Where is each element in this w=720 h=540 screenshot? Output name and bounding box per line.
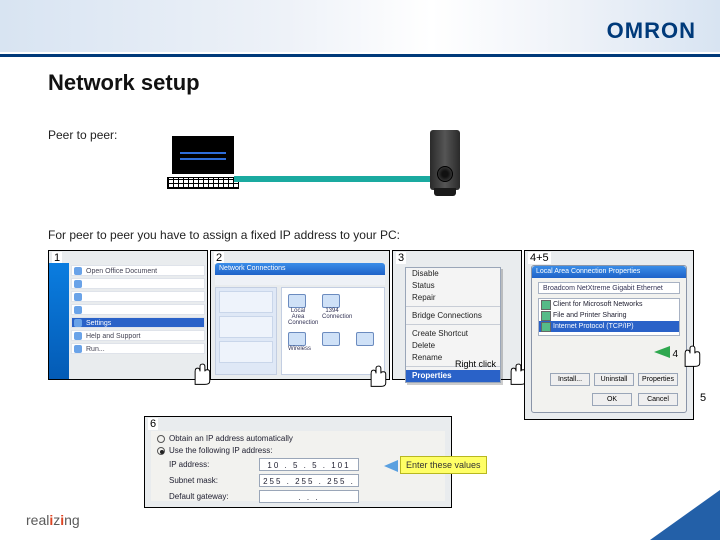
context-menu-item-properties[interactable]: Properties <box>406 370 500 382</box>
start-menu-items: Open Office Document Settings Help and S… <box>71 265 205 356</box>
context-menu-item[interactable]: Create Shortcut <box>406 328 500 340</box>
ok-button[interactable]: OK <box>592 393 632 406</box>
window-sidepane <box>215 287 277 375</box>
step-5-label: 5 <box>700 392 706 404</box>
step-panel-3: 3 Disable Status Repair Bridge Connectio… <box>392 250 522 380</box>
components-list: Client for Microsoft Networks File and P… <box>538 298 680 336</box>
brand-logo: OMRON <box>607 18 696 44</box>
camera-device-icon <box>430 130 460 190</box>
cursor-hand-icon <box>363 361 389 389</box>
properties-dialog: Local Area Connection Properties Broadco… <box>531 265 687 413</box>
right-click-label: Right click <box>455 359 496 369</box>
start-menu-item[interactable] <box>71 278 205 289</box>
arrow-step-4: 4 <box>654 346 678 360</box>
list-item-tcpip[interactable]: Internet Protocol (TCP/IP) <box>539 321 679 332</box>
step-panel-2: 2 Network Connections Local Area Connect… <box>210 250 390 380</box>
step-number: 3 <box>396 252 406 264</box>
start-menu-item[interactable]: Open Office Document <box>71 265 205 276</box>
subnet-mask-row: Subnet mask: 255 . 255 . 255 . 0 <box>169 474 445 487</box>
network-connection-icon[interactable] <box>356 332 376 354</box>
subnet-mask-field[interactable]: 255 . 255 . 255 . 0 <box>259 474 359 487</box>
dialog-ok-buttons: OK Cancel <box>592 393 678 406</box>
start-menu-leftbar <box>49 263 69 379</box>
dialog-mid-buttons: Install... Uninstall Properties <box>540 373 678 386</box>
radio-obtain-auto[interactable]: Obtain an IP address automatically <box>157 434 439 443</box>
list-item[interactable]: File and Printer Sharing <box>539 310 679 321</box>
network-connection-icon[interactable]: 1394 Connection <box>322 294 342 316</box>
subnet-mask-label: Subnet mask: <box>169 476 259 485</box>
start-menu-item[interactable] <box>71 291 205 302</box>
step-number: 4+5 <box>528 252 551 264</box>
uninstall-button[interactable]: Uninstall <box>594 373 634 386</box>
step-panel-4-5: 4+5 Local Area Connection Properties Bro… <box>524 250 694 420</box>
context-menu-separator <box>406 306 500 308</box>
start-menu-item-selected[interactable]: Settings <box>71 317 205 328</box>
connect-using-field: Broadcom NetXtreme Gigabit Ethernet <box>538 282 680 294</box>
footer-logo: realizing <box>26 512 80 528</box>
dialog-titlebar: Local Area Connection Properties <box>532 266 686 278</box>
cursor-hand-icon <box>677 341 703 369</box>
start-menu-item[interactable]: Help and Support <box>71 330 205 341</box>
context-menu-item[interactable]: Bridge Connections <box>406 310 500 322</box>
default-gateway-row: Default gateway: . . . <box>169 490 445 503</box>
context-menu-separator <box>406 324 500 326</box>
radio-use-following[interactable]: Use the following IP address: <box>157 446 439 455</box>
slide-title: Network setup <box>48 70 200 96</box>
header-rule <box>0 54 720 57</box>
network-connection-icon[interactable]: Local Area Connection <box>288 294 308 316</box>
step-number: 6 <box>148 418 158 430</box>
start-menu-item[interactable]: Run... <box>71 343 205 354</box>
context-menu-item[interactable]: Repair <box>406 292 500 304</box>
window-titlebar: Network Connections <box>215 263 385 275</box>
properties-button[interactable]: Properties <box>638 373 678 386</box>
ethernet-cable <box>234 176 430 182</box>
step-panel-1: 1 Open Office Document Settings Help and… <box>48 250 208 380</box>
default-gateway-label: Default gateway: <box>169 492 259 501</box>
window-toolbar <box>215 275 385 285</box>
arrow-left-icon <box>384 460 398 472</box>
context-menu-item[interactable]: Disable <box>406 268 500 280</box>
subtitle: Peer to peer: <box>48 128 117 142</box>
list-item[interactable]: Client for Microsoft Networks <box>539 299 679 310</box>
corner-decoration <box>650 490 720 540</box>
context-menu-item[interactable]: Status <box>406 280 500 292</box>
start-menu-item[interactable] <box>71 304 205 315</box>
instruction-text: For peer to peer you have to assign a fi… <box>48 228 400 242</box>
ip-address-field[interactable]: 10 . 5 . 5 . 101 <box>259 458 359 471</box>
network-connection-icon[interactable]: Wireless <box>288 332 308 354</box>
install-button[interactable]: Install... <box>550 373 590 386</box>
cancel-button[interactable]: Cancel <box>638 393 678 406</box>
callout-enter-values: Enter these values <box>400 456 487 474</box>
pc-icon <box>172 136 234 189</box>
context-menu-item[interactable]: Delete <box>406 340 500 352</box>
network-connection-icon[interactable] <box>322 332 342 354</box>
default-gateway-field[interactable]: . . . <box>259 490 359 503</box>
ip-address-label: IP address: <box>169 460 259 469</box>
